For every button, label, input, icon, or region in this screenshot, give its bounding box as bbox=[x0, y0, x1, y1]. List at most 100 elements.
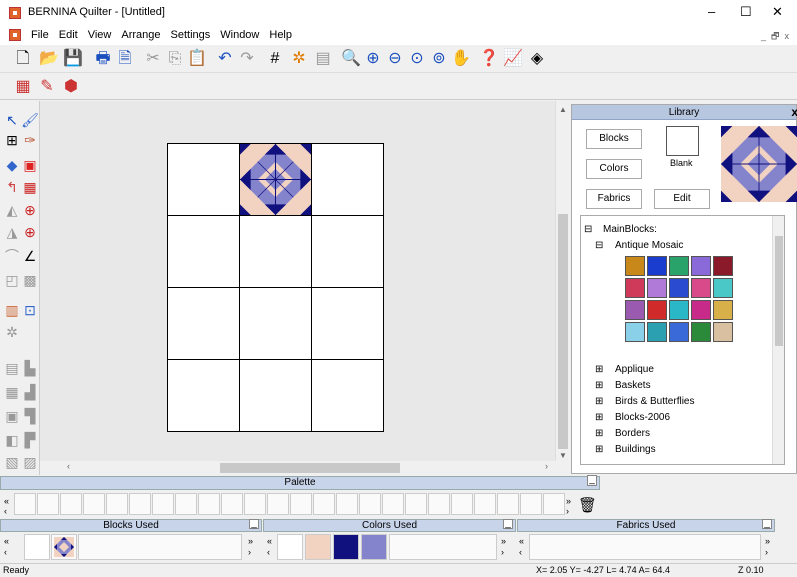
horizontal-scroll-thumb[interactable] bbox=[220, 463, 400, 473]
palette-swatch[interactable] bbox=[543, 493, 565, 515]
fabrics-used-minimize-button[interactable]: _ bbox=[762, 519, 772, 529]
redo-icon[interactable]: ↷ bbox=[236, 48, 258, 70]
fabrics-used-scroll-right-small[interactable]: › bbox=[765, 547, 768, 557]
quilt-cell[interactable] bbox=[167, 215, 240, 288]
mesh-icon[interactable]: ▩ bbox=[21, 271, 39, 289]
colors-used-scroll-right-small[interactable]: › bbox=[501, 547, 504, 557]
palette-swatch[interactable] bbox=[60, 493, 82, 515]
block-library-tree[interactable]: ⊟ MainBlocks: ⊟ Antique Mosaic ⊞ Appliqu… bbox=[580, 215, 785, 465]
align-icon-5[interactable]: ▣ bbox=[3, 407, 21, 425]
quilt-cell-filled[interactable] bbox=[239, 143, 312, 216]
star-outline-icon[interactable]: ✲ bbox=[3, 323, 21, 341]
library-fabrics-button[interactable]: Fabrics bbox=[586, 189, 642, 209]
tree-antique-mosaic[interactable]: Antique Mosaic bbox=[615, 240, 683, 251]
cut-icon[interactable]: ✂ bbox=[142, 48, 164, 70]
palette-swatch[interactable] bbox=[405, 493, 427, 515]
save-icon[interactable]: 💾 bbox=[62, 48, 84, 70]
menu-view[interactable]: View bbox=[83, 27, 117, 43]
new-icon[interactable]: 🗋 bbox=[12, 48, 34, 70]
library-block-thumb[interactable] bbox=[691, 278, 711, 298]
library-block-thumb[interactable] bbox=[669, 278, 689, 298]
library-blocks-button[interactable]: Blocks bbox=[586, 129, 642, 149]
quilt-cell[interactable] bbox=[311, 143, 384, 216]
block-view-icon[interactable]: ◈ bbox=[526, 48, 548, 70]
swap-icon[interactable]: ▣ bbox=[21, 156, 39, 174]
quilt-cell[interactable] bbox=[239, 215, 312, 288]
fabrics-used-scroll-right[interactable]: » bbox=[765, 536, 770, 546]
chart-icon[interactable]: 📈 bbox=[502, 48, 524, 70]
tree-root-mainblocks[interactable]: MainBlocks: bbox=[603, 224, 657, 235]
menu-edit[interactable]: Edit bbox=[54, 27, 83, 43]
quilt-grid[interactable] bbox=[167, 143, 384, 432]
select-arrow-icon[interactable]: ↖ bbox=[3, 111, 21, 129]
tree-expand-icon[interactable]: ⊞ bbox=[595, 380, 603, 391]
quilt-cell[interactable] bbox=[167, 359, 240, 432]
library-block-thumb[interactable] bbox=[669, 322, 689, 342]
colors-used-scroll-left[interactable]: « bbox=[267, 536, 272, 546]
align-icon-3[interactable]: ▦ bbox=[3, 383, 21, 401]
minimize-button[interactable]: – bbox=[708, 4, 715, 19]
library-block-thumb[interactable] bbox=[713, 300, 733, 320]
library-colors-button[interactable]: Colors bbox=[586, 159, 642, 179]
zoom-all-icon[interactable]: ⊚ bbox=[428, 48, 450, 70]
applique-layout-icon[interactable]: ✎ bbox=[36, 76, 58, 98]
library-edit-button[interactable]: Edit bbox=[654, 189, 710, 209]
print-icon[interactable]: 🖶 bbox=[92, 48, 114, 70]
colors-used-scroll-left-small[interactable]: ‹ bbox=[267, 547, 270, 557]
half-triangle-icon[interactable]: ◮ bbox=[3, 223, 21, 241]
library-block-thumb[interactable] bbox=[625, 278, 645, 298]
palette-swatch[interactable] bbox=[152, 493, 174, 515]
tree-category[interactable]: Baskets bbox=[615, 380, 651, 391]
library-block-thumb[interactable] bbox=[713, 322, 733, 342]
align-icon-4[interactable]: ▟ bbox=[21, 383, 39, 401]
used-color-swatch-peach[interactable] bbox=[305, 534, 331, 560]
used-color-swatch-navy[interactable] bbox=[333, 534, 359, 560]
library-block-thumb[interactable] bbox=[625, 300, 645, 320]
used-color-swatch-empty[interactable] bbox=[277, 534, 303, 560]
used-color-swatch-lavender[interactable] bbox=[361, 534, 387, 560]
zoom-fit-icon[interactable]: ⊙ bbox=[406, 48, 428, 70]
canvas-vertical-scrollbar[interactable]: ▲ ▼ bbox=[555, 101, 570, 461]
add-border-icon[interactable]: ⊡ bbox=[21, 301, 39, 319]
tree-category[interactable]: Borders bbox=[615, 428, 650, 439]
tree-category[interactable]: Blocks-2006 bbox=[615, 412, 670, 423]
align-icon-1[interactable]: ▤ bbox=[3, 359, 21, 377]
library-block-thumb[interactable] bbox=[691, 322, 711, 342]
blank-block-preview[interactable] bbox=[666, 126, 699, 156]
globe-icon[interactable]: ⊕ bbox=[21, 201, 39, 219]
frame-icon[interactable]: ◰ bbox=[3, 271, 21, 289]
help-icon[interactable]: ❓ bbox=[478, 48, 500, 70]
library-close-button[interactable]: x bbox=[791, 105, 797, 119]
menu-file[interactable]: File bbox=[26, 27, 54, 43]
line-icon[interactable]: ∠ bbox=[21, 247, 39, 265]
menu-settings[interactable]: Settings bbox=[166, 27, 216, 43]
palette-swatch[interactable] bbox=[428, 493, 450, 515]
library-block-thumb[interactable] bbox=[713, 256, 733, 276]
vertical-scroll-thumb[interactable] bbox=[558, 214, 568, 449]
tree-expand-icon[interactable]: ⊞ bbox=[595, 364, 603, 375]
library-block-thumb[interactable] bbox=[669, 300, 689, 320]
tree-expand-icon[interactable]: ⊞ bbox=[595, 428, 603, 439]
scroll-up-arrow-icon[interactable]: ▲ bbox=[559, 105, 567, 114]
grid-icon[interactable]: # bbox=[264, 48, 286, 70]
zoom-icon[interactable]: 🔍 bbox=[340, 48, 362, 70]
palette-scroll-right-button[interactable]: » bbox=[566, 496, 571, 506]
blocks-used-scroll-left-small[interactable]: ‹ bbox=[4, 547, 7, 557]
palette-swatch[interactable] bbox=[37, 493, 59, 515]
zoom-out-icon[interactable]: ⊖ bbox=[384, 48, 406, 70]
palette-swatch[interactable] bbox=[359, 493, 381, 515]
align-icon-8[interactable]: ▛ bbox=[21, 431, 39, 449]
align-icon-6[interactable]: ▜ bbox=[21, 407, 39, 425]
colors-used-minimize-button[interactable]: _ bbox=[503, 519, 513, 529]
tree-scrollbar[interactable] bbox=[772, 216, 784, 464]
quilt-cell[interactable] bbox=[239, 359, 312, 432]
tree-category[interactable]: Applique bbox=[615, 364, 654, 375]
tree-category[interactable]: Buildings bbox=[615, 444, 656, 455]
quilt-cell[interactable] bbox=[167, 143, 240, 216]
palette-swatch[interactable] bbox=[83, 493, 105, 515]
scroll-left-arrow-icon[interactable]: ‹ bbox=[67, 461, 70, 471]
blocks-used-scroll-left[interactable]: « bbox=[4, 536, 9, 546]
add-block-icon[interactable]: ▥ bbox=[3, 301, 21, 319]
library-block-thumb[interactable] bbox=[669, 256, 689, 276]
trash-icon[interactable]: 🗑 bbox=[578, 496, 597, 514]
